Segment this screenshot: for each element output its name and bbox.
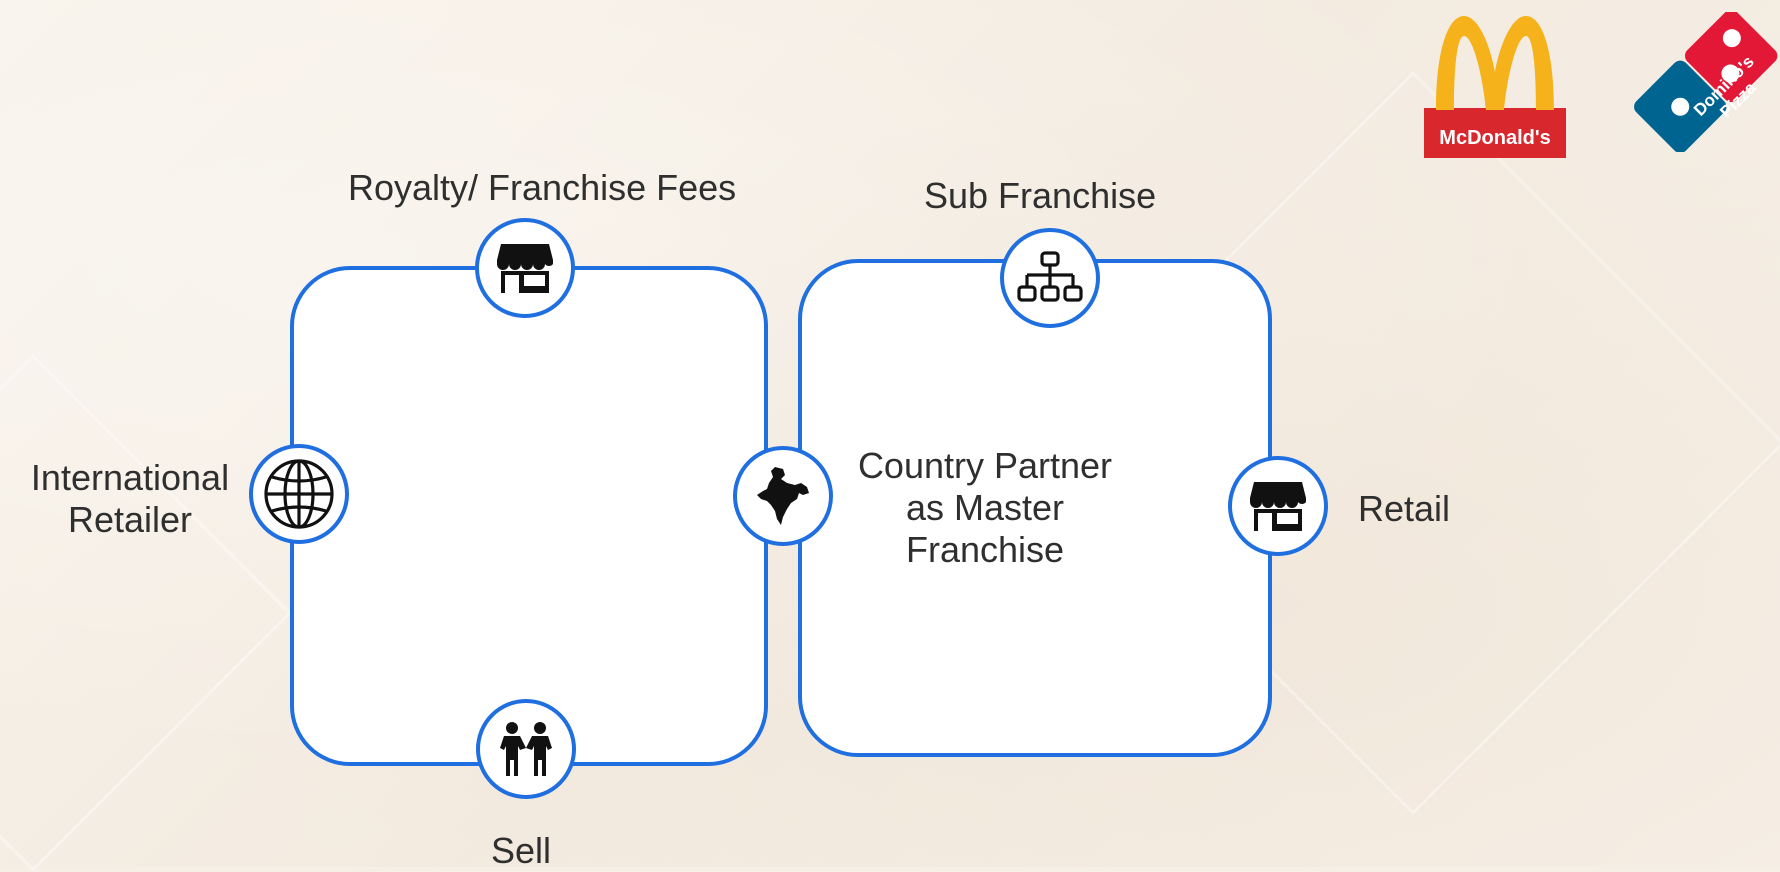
globe-icon (264, 459, 334, 529)
mcdonalds-logo-text: McDonald's (1439, 127, 1550, 149)
store-icon (497, 244, 553, 293)
mcdonalds-logo: McDonald's (1420, 10, 1570, 160)
sell-node (476, 699, 576, 799)
international-retailer-line-2: Retailer (67, 499, 193, 540)
sub-franchise-label: Sub Franchise (924, 175, 1157, 216)
international-retailer-node (249, 444, 349, 544)
royalty-node (475, 218, 575, 318)
retail-node (1228, 456, 1328, 556)
retail-label: Retail (1358, 488, 1451, 529)
country-partner-line-2: as Master (905, 487, 1065, 528)
country-partner-line-1: Country Partner (857, 445, 1113, 486)
hierarchy-icon (1017, 251, 1083, 302)
dominos-logo: Domino's Pizza (1630, 9, 1780, 153)
country-partner-label: Country Partner as Master Franchise (835, 445, 1135, 571)
sell-label: Sell (491, 830, 552, 871)
handshake-icon (500, 722, 552, 776)
country-partner-line-3: Franchise (905, 529, 1065, 570)
international-retailer-label: International Retailer (12, 457, 248, 541)
international-retailer-line-1: International (30, 457, 230, 498)
left-loop-box (290, 266, 768, 766)
country-partner-node (733, 446, 833, 546)
store-icon (1250, 482, 1306, 531)
royalty-fees-label: Royalty/ Franchise Fees (348, 167, 737, 208)
india-map-icon (757, 467, 809, 525)
sub-franchise-node (1000, 228, 1100, 328)
